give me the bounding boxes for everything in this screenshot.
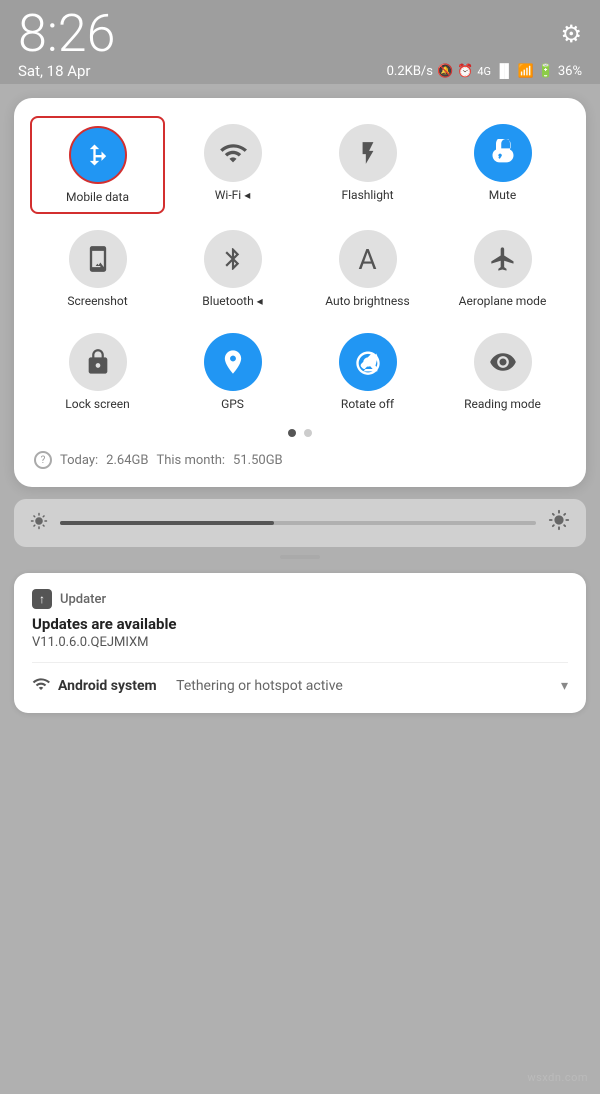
watermark: wsxdn.com	[527, 1071, 588, 1084]
tile-flashlight[interactable]: Flashlight	[300, 116, 435, 214]
screenshot-icon	[69, 230, 127, 288]
dot-2	[304, 429, 312, 437]
tile-screenshot[interactable]: Screenshot	[30, 222, 165, 316]
wifi-icon	[204, 124, 262, 182]
updater-title: Updates are available	[32, 615, 568, 633]
month-label: This month:	[156, 453, 225, 468]
auto-brightness-label: Auto brightness	[325, 294, 409, 308]
android-wifi-icon	[32, 675, 50, 697]
wifi-status-icon: 📶	[517, 64, 533, 79]
mute-label: Mute	[489, 188, 516, 202]
status-icons: 0.2KB/s 🔕 ⏰ 4G ▐▌ 📶 🔋 36%	[387, 63, 582, 79]
reading-mode-label: Reading mode	[464, 397, 541, 411]
tile-auto-brightness[interactable]: A Auto brightness	[300, 222, 435, 316]
tile-bluetooth[interactable]: Bluetooth ◂	[165, 222, 300, 316]
dot-1	[288, 429, 296, 437]
drag-handle	[280, 555, 320, 559]
bluetooth-label: Bluetooth ◂	[202, 294, 262, 308]
wifi-label: Wi-Fi ◂	[215, 188, 250, 202]
gps-icon	[204, 333, 262, 391]
settings-icon[interactable]: ⚙	[560, 20, 582, 48]
mobile-data-label: Mobile data	[66, 190, 129, 204]
flashlight-icon	[339, 124, 397, 182]
rotate-off-label: Rotate off	[341, 397, 394, 411]
speed-indicator: 0.2KB/s	[387, 64, 433, 79]
tile-lock-screen[interactable]: Lock screen	[30, 325, 165, 419]
lock-screen-icon	[69, 333, 127, 391]
tile-reading-mode[interactable]: Reading mode	[435, 325, 570, 419]
status-bar: 8:26 ⚙ Sat, 18 Apr 0.2KB/s 🔕 ⏰ 4G ▐▌ 📶 🔋…	[0, 0, 600, 84]
tile-mute[interactable]: Mute	[435, 116, 570, 214]
lock-screen-label: Lock screen	[65, 397, 129, 411]
tiles-grid: Mobile data Wi-Fi ◂ Flashlight	[30, 116, 570, 419]
tile-mobile-data[interactable]: Mobile data	[30, 116, 165, 214]
aeroplane-icon	[474, 230, 532, 288]
tile-gps[interactable]: GPS	[165, 325, 300, 419]
brightness-low-icon	[30, 512, 48, 535]
reading-mode-icon	[474, 333, 532, 391]
android-system-message	[165, 678, 168, 694]
auto-brightness-icon: A	[339, 230, 397, 288]
tile-aeroplane[interactable]: Aeroplane mode	[435, 222, 570, 316]
today-value: 2.64GB	[106, 453, 148, 468]
notif-divider	[32, 662, 568, 663]
bluetooth-icon	[204, 230, 262, 288]
battery-icon: 🔋	[538, 64, 554, 79]
brightness-fill	[60, 521, 274, 525]
updater-app-icon: ↑	[32, 589, 52, 609]
screenshot-label: Screenshot	[67, 294, 127, 308]
notification-card-updater[interactable]: ↑ Updater Updates are available V11.0.6.…	[14, 573, 586, 713]
signal-icon: ▐▌	[495, 63, 513, 79]
month-value: 51.50GB	[233, 453, 283, 468]
gps-label: GPS	[221, 397, 244, 411]
alarm-icon: ⏰	[457, 64, 473, 79]
data-usage-row: ? Today: 2.64GB This month: 51.50GB	[30, 447, 570, 471]
today-label: Today:	[60, 453, 98, 468]
quick-settings-panel: Mobile data Wi-Fi ◂ Flashlight	[14, 98, 586, 487]
android-system-row: Android system Tethering or hotspot acti…	[32, 675, 568, 697]
flashlight-label: Flashlight	[342, 188, 394, 202]
notif-header-updater: ↑ Updater	[32, 589, 568, 609]
updater-body: V11.0.6.0.QEJMIXM	[32, 635, 568, 650]
brightness-high-icon	[548, 509, 570, 537]
mobile-data-icon	[69, 126, 127, 184]
time-display: 8:26	[18, 8, 115, 60]
chevron-down-icon: ▾	[561, 678, 568, 694]
battery-percentage: 36%	[558, 64, 582, 79]
aeroplane-label: Aeroplane mode	[459, 294, 547, 308]
brightness-bar[interactable]	[14, 499, 586, 547]
mute-icon: 🔕	[437, 64, 453, 79]
date-display: Sat, 18 Apr	[18, 62, 91, 80]
android-tethering-text: Tethering or hotspot active	[176, 678, 343, 694]
updater-app-name: Updater	[60, 592, 106, 607]
tile-wifi[interactable]: Wi-Fi ◂	[165, 116, 300, 214]
rotate-off-icon	[339, 333, 397, 391]
mute-tile-icon	[474, 124, 532, 182]
page-dots	[30, 429, 570, 437]
sim-icon: 4G	[477, 65, 491, 78]
android-system-name: Android system	[58, 678, 157, 694]
data-usage-icon: ?	[34, 451, 52, 469]
brightness-track[interactable]	[60, 521, 536, 525]
tile-rotate-off[interactable]: Rotate off	[300, 325, 435, 419]
